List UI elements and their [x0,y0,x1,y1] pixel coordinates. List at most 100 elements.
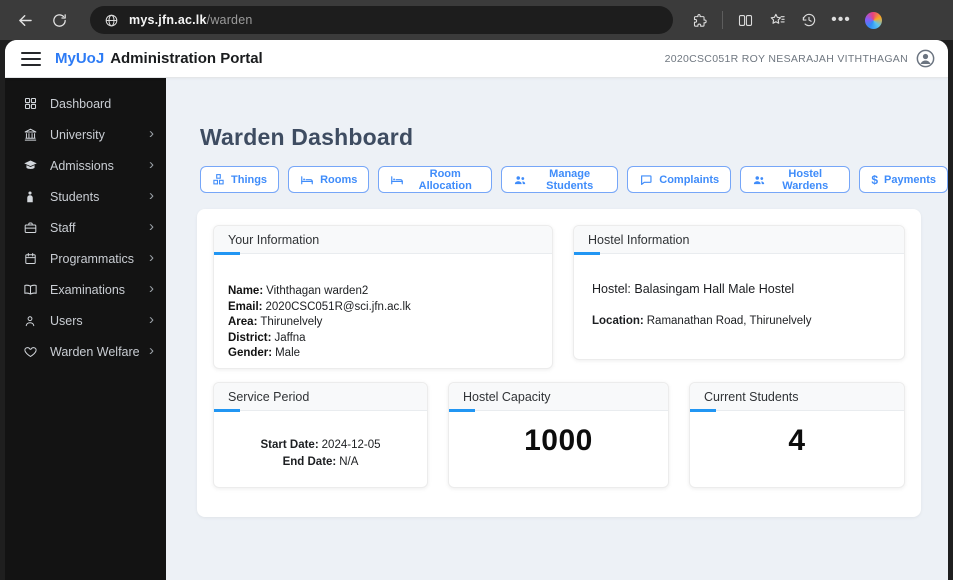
info-field-area: Area: Thirunelvely [228,316,323,328]
current-students-value: 4 [788,424,806,457]
card-title: Hostel Information [588,233,690,247]
back-button[interactable] [8,5,42,35]
dashboard-panel: Your Information Name: Viththagan warden2… [197,209,921,517]
accent-underline [214,409,240,412]
more-icon: ••• [831,11,851,28]
card-header: Current Students [690,383,904,412]
things-button[interactable]: Things [200,166,280,193]
grid-icon [22,96,38,112]
hostel-name-line: Hostel: Balasingam Hall Male Hostel [592,282,795,296]
refresh-button[interactable] [42,5,76,35]
student-icon [22,189,38,205]
sidebar-item-label: University [50,127,105,142]
calendar-icon [22,251,38,267]
sidebar-item-staff[interactable]: Staff › [5,212,166,243]
accent-underline [214,252,240,255]
back-icon [18,14,32,26]
favorites-icon [770,13,785,24]
brand-logo[interactable]: MyUoJ [55,50,104,67]
info-field-email: Email: 2020CSC051R@sci.jfn.ac.lk [228,300,411,313]
button-label: Complaints [659,173,720,186]
boxes-icon [212,173,225,186]
complaints-button[interactable]: Complaints [627,166,732,193]
button-label: Payments [884,173,936,186]
extensions-icon [693,13,707,27]
briefcase-icon [22,220,38,236]
card-title: Current Students [704,390,799,404]
user-name: 2020CSC051R ROY NESARAJAH VITHTHAGAN [664,52,908,65]
sidebar-item-label: Examinations [50,282,126,297]
chevron-right-icon: › [149,311,154,328]
sidebar-item-label: Warden Welfare [50,344,140,359]
card-title: Service Period [228,390,310,404]
action-buttons: Things Rooms Room Allocation Manage Stud… [200,166,948,193]
users-icon [513,173,527,187]
sidebar-item-label: Dashboard [50,96,112,111]
payments-button[interactable]: $ Payments [859,166,948,193]
split-screen-button[interactable] [730,5,760,35]
accent-underline [690,409,716,412]
menu-toggle-button[interactable] [21,51,41,66]
card-header: Your Information [214,226,552,255]
user-icon [22,313,38,329]
chevron-right-icon: › [149,342,154,359]
page-title: Warden Dashboard [200,124,414,150]
sidebar-item-admissions[interactable]: Admissions › [5,150,166,181]
app-header: MyUoJ Administration Portal 2020CSC051R … [5,40,948,78]
card-header: Hostel Capacity [449,383,668,412]
favorites-button[interactable] [762,5,792,35]
chevron-right-icon: › [149,125,154,142]
sidebar-item-label: Programmatics [50,251,135,266]
button-label: Rooms [320,173,358,186]
button-label: Things [231,173,268,186]
sidebar-item-examinations[interactable]: Examinations › [5,274,166,305]
chevron-right-icon: › [149,187,154,204]
history-button[interactable] [794,5,824,35]
chevron-right-icon: › [149,218,154,235]
toolbar-divider [722,11,723,29]
card-header: Hostel Information [574,226,904,255]
sidebar-item-users[interactable]: Users › [5,305,166,336]
accent-underline [574,252,600,255]
chevron-right-icon: › [149,156,154,173]
copilot-button[interactable] [858,5,888,35]
sidebar-item-label: Students [50,189,100,204]
sidebar-item-university[interactable]: University › [5,119,166,150]
start-date-line: Start Date: 2024-12-05 [260,439,381,451]
sidebar-item-programmatics[interactable]: Programmatics › [5,243,166,274]
users-icon [752,173,766,187]
accent-underline [449,409,475,412]
chevron-right-icon: › [149,280,154,297]
sidebar-item-label: Users [50,313,83,328]
current-students-card: Current Students 4 [689,382,905,488]
room-allocation-button[interactable]: Room Allocation [378,166,493,193]
service-period-card: Service Period Start Date: 2024-12-05 End… [213,382,428,488]
sidebar-item-students[interactable]: Students › [5,181,166,212]
chevron-right-icon: › [149,249,154,266]
card-title: Hostel Capacity [463,390,551,404]
card-title: Your Information [228,233,320,247]
button-label: Manage Students [546,167,594,192]
avatar-icon[interactable] [915,48,936,69]
extensions-button[interactable] [685,5,715,35]
card-header: Service Period [214,383,427,412]
more-button[interactable]: ••• [826,5,856,35]
page-window: MyUoJ Administration Portal 2020CSC051R … [5,40,948,580]
copilot-icon [864,11,882,29]
hostel-location-line: Location: Ramanathan Road, Thirunelvely [592,315,812,327]
main-content: Warden Dashboard Things Rooms Room Alloc… [166,78,948,580]
sidebar: Dashboard University › Admissions › Stud… [5,78,166,580]
rooms-button[interactable]: Rooms [288,166,370,193]
hostel-capacity-value: 1000 [524,424,593,457]
heart-icon [22,344,38,360]
chat-icon [639,173,653,187]
address-bar[interactable]: mys.jfn.ac.lk/warden [90,6,673,34]
manage-students-button[interactable]: Manage Students [501,166,619,193]
bed-icon [390,173,404,187]
url-path: /warden [206,13,253,27]
sidebar-item-dashboard[interactable]: Dashboard [5,88,166,119]
hostel-wardens-button[interactable]: Hostel Wardens [740,166,851,193]
button-label: Room Allocation [418,167,472,192]
browser-toolbar: mys.jfn.ac.lk/warden ••• [0,0,953,40]
sidebar-item-warden-welfare[interactable]: Warden Welfare › [5,336,166,367]
